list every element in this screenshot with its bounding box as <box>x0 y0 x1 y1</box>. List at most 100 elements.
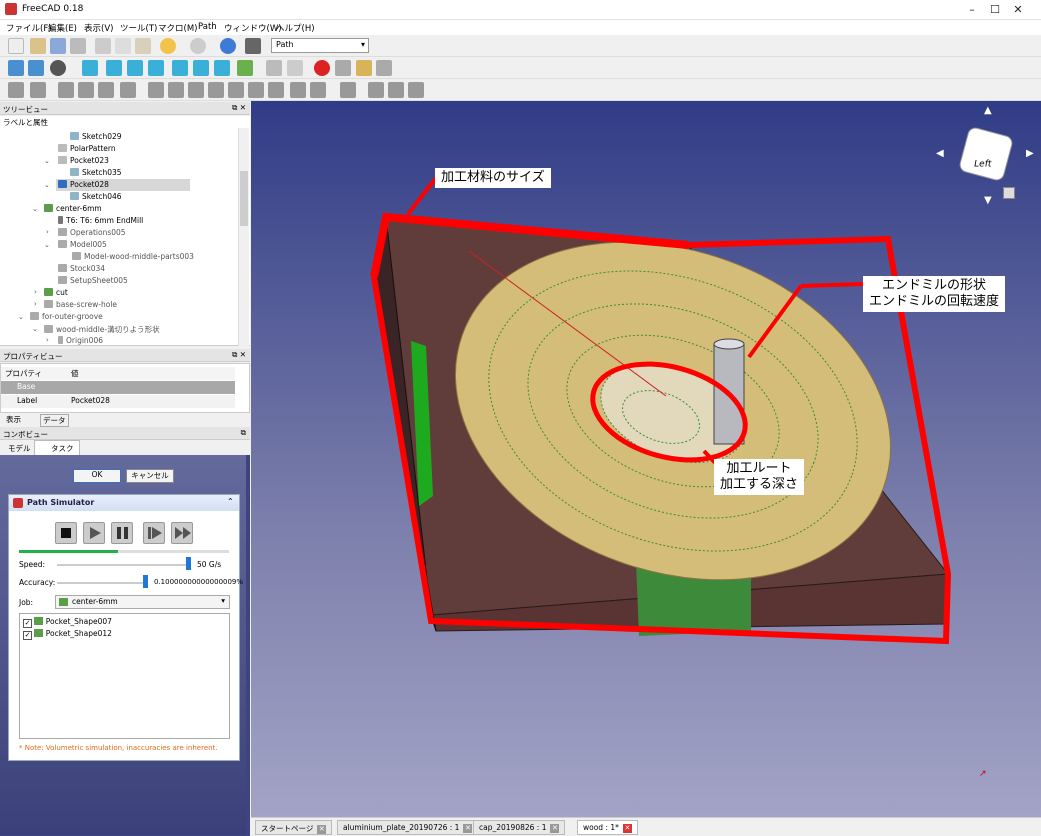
collapse-icon[interactable]: ⌃ <box>227 497 234 506</box>
view-top-icon[interactable] <box>127 60 143 76</box>
edit-macro-icon[interactable] <box>356 60 372 76</box>
view-isometric-icon[interactable] <box>82 60 98 76</box>
path-sanity-icon[interactable] <box>388 82 404 98</box>
property-group-row[interactable]: Base <box>1 381 235 394</box>
job-select[interactable]: center-6mm ▾ <box>55 595 230 609</box>
path-engrave-icon[interactable] <box>188 82 204 98</box>
close-tab-icon[interactable]: ✕ <box>622 824 632 833</box>
collapse-arrow-icon[interactable]: ⌄ <box>44 181 50 189</box>
list-item[interactable]: ✓ Pocket_Shape012 <box>23 629 112 640</box>
tab-data[interactable]: データ <box>40 414 69 427</box>
stop-macro-icon[interactable] <box>335 60 351 76</box>
copy-icon[interactable] <box>115 38 131 54</box>
accuracy-slider-track[interactable] <box>57 582 147 584</box>
navcube-menu-icon[interactable] <box>1003 187 1015 199</box>
menu-path[interactable]: Path <box>198 22 217 32</box>
accuracy-slider-handle[interactable] <box>143 575 148 588</box>
tree-item[interactable]: Model-wood-middle-parts003 <box>72 252 194 264</box>
tree-item[interactable]: wood-middle-溝切りよう形状 <box>44 324 160 336</box>
record-macro-icon[interactable] <box>314 60 330 76</box>
rotate-left-icon[interactable]: ◀ <box>936 148 944 159</box>
checkbox-checked-icon[interactable]: ✓ <box>23 631 32 640</box>
tab-start-page[interactable]: スタートページ ✕ <box>255 820 333 835</box>
new-file-icon[interactable] <box>8 38 24 54</box>
close-button[interactable]: ✕ <box>995 0 1041 20</box>
rotate-down-icon[interactable]: ▼ <box>984 195 992 206</box>
cut-icon[interactable] <box>95 38 111 54</box>
path-drilling-icon[interactable] <box>98 82 114 98</box>
tree-item[interactable]: T6: T6: 6mm EndMill <box>58 216 143 228</box>
rotate-up-icon[interactable]: ▲ <box>984 105 992 116</box>
menu-edit[interactable]: 編集(E) <box>48 22 77 34</box>
tree-item[interactable]: base-screw-hole <box>44 300 117 312</box>
menu-window[interactable]: ウィンドウ(W) <box>224 22 282 34</box>
collapse-arrow-icon[interactable]: ⌄ <box>44 157 50 165</box>
path-array-icon[interactable] <box>310 82 326 98</box>
tree-item[interactable]: Origin006 <box>58 336 103 345</box>
path-pocket-icon[interactable] <box>78 82 94 98</box>
expand-arrow-icon[interactable]: › <box>34 288 37 296</box>
3d-viewport[interactable]: Left ▲ ◀ ▶ ▼ ↗ 加工材料のサイズ エンドミルの形状 エンドミルの回… <box>251 101 1041 817</box>
tree-item[interactable]: Sketch046 <box>70 192 122 204</box>
list-item[interactable]: ✓ Pocket_Shape007 <box>23 617 112 628</box>
open-file-icon[interactable] <box>30 38 46 54</box>
path-face-icon[interactable] <box>120 82 136 98</box>
menu-macro[interactable]: マクロ(M) <box>158 22 197 34</box>
tree-item[interactable]: cut <box>44 288 68 300</box>
fit-all-icon[interactable] <box>8 60 24 76</box>
view-right-icon[interactable] <box>148 60 164 76</box>
scrollbar-thumb[interactable] <box>240 171 248 226</box>
play-button[interactable] <box>83 522 105 544</box>
view-bottom-icon[interactable] <box>193 60 209 76</box>
paste-icon[interactable] <box>135 38 151 54</box>
tree-item[interactable]: Sketch029 <box>70 132 122 144</box>
part-icon[interactable] <box>266 60 282 76</box>
view-front-icon[interactable] <box>106 60 122 76</box>
cancel-button[interactable]: キャンセル <box>126 469 174 483</box>
pause-button[interactable] <box>111 522 133 544</box>
rotate-right-icon[interactable]: ▶ <box>1026 148 1034 159</box>
undo-icon[interactable] <box>160 38 176 54</box>
speed-slider-handle[interactable] <box>186 557 191 570</box>
checkbox-checked-icon[interactable]: ✓ <box>23 619 32 628</box>
tab-aluminium-plate[interactable]: aluminium_plate_20190726 : 1 ✕ <box>337 820 479 835</box>
redo-icon[interactable] <box>190 38 206 54</box>
close-tab-icon[interactable]: ✕ <box>463 824 473 833</box>
menu-help[interactable]: ヘルプ(H) <box>276 22 315 34</box>
panel-close-icon[interactable]: ⧉ ✕ <box>232 103 246 113</box>
tab-cap[interactable]: cap_20190826 : 1 ✕ <box>473 820 566 835</box>
path-deburr-icon[interactable] <box>208 82 224 98</box>
path-tool-icon[interactable] <box>408 82 424 98</box>
tree-scrollbar[interactable] <box>238 116 249 346</box>
menu-tools[interactable]: ツール(T) <box>120 22 157 34</box>
run-macro-icon[interactable] <box>376 60 392 76</box>
tab-view[interactable]: 表示 <box>6 414 21 425</box>
save-icon[interactable] <box>50 38 66 54</box>
tree-item[interactable]: for-outer-groove <box>30 312 103 324</box>
ok-button[interactable]: OK <box>73 469 121 483</box>
collapse-arrow-icon[interactable]: ⌄ <box>32 325 38 333</box>
tree-item[interactable]: Pocket023 <box>58 156 109 168</box>
view-left-icon[interactable] <box>214 60 230 76</box>
tree-item[interactable]: PolarPattern <box>58 144 116 156</box>
property-value[interactable]: Pocket028 <box>71 396 110 405</box>
path-postprocess-icon[interactable] <box>30 82 46 98</box>
path-vcarve-icon[interactable] <box>228 82 244 98</box>
close-tab-icon[interactable]: ✕ <box>550 824 560 833</box>
fit-selection-icon[interactable] <box>28 60 44 76</box>
path-copy-icon[interactable] <box>290 82 306 98</box>
expand-arrow-icon[interactable]: › <box>46 336 49 344</box>
group-icon[interactable] <box>287 60 303 76</box>
tree-item-selected[interactable]: Pocket028 <box>58 180 109 192</box>
path-dressup-icon[interactable] <box>268 82 284 98</box>
tree-item[interactable]: center-6mm <box>44 204 102 216</box>
print-icon[interactable] <box>70 38 86 54</box>
collapse-arrow-icon[interactable]: ⌄ <box>18 313 24 321</box>
draw-style-icon[interactable] <box>50 60 66 76</box>
expand-arrow-icon[interactable]: › <box>34 300 37 308</box>
close-tab-icon[interactable]: ✕ <box>317 825 327 834</box>
path-adaptive-icon[interactable] <box>168 82 184 98</box>
expand-arrow-icon[interactable]: › <box>46 228 49 236</box>
3d-model-render[interactable] <box>251 101 1041 817</box>
path-helix-icon[interactable] <box>148 82 164 98</box>
